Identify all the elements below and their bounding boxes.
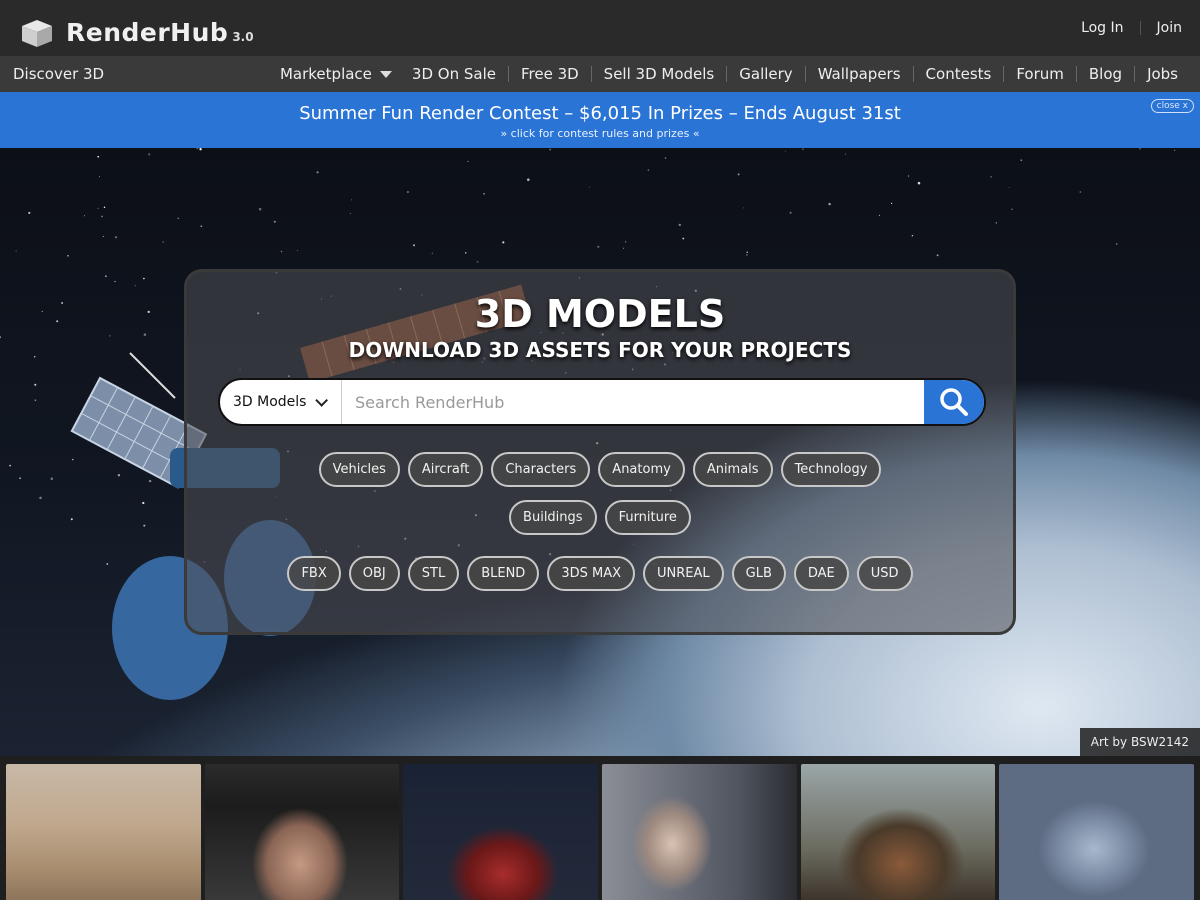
format-stl[interactable]: STL bbox=[407, 556, 460, 591]
thumbnail-image[interactable] bbox=[204, 764, 400, 900]
tag-aircraft[interactable]: Aircraft bbox=[407, 452, 484, 487]
join-link[interactable]: Join bbox=[1157, 20, 1182, 36]
close-banner-button[interactable]: close x bbox=[1150, 99, 1194, 113]
nav-divider bbox=[1075, 66, 1077, 82]
search-button[interactable] bbox=[924, 380, 984, 424]
caret-down-icon bbox=[379, 70, 392, 78]
nav-divider bbox=[912, 66, 914, 82]
nav-divider bbox=[804, 66, 806, 82]
logo-version: 3.0 bbox=[232, 30, 254, 44]
nav-divider bbox=[1003, 66, 1005, 82]
nav-item-forum[interactable]: Forum bbox=[1016, 65, 1064, 83]
tag-buildings[interactable]: Buildings bbox=[509, 500, 597, 535]
tag-furniture[interactable]: Furniture bbox=[604, 500, 691, 535]
logo-text: RenderHub bbox=[66, 18, 229, 47]
nav-item-gallery[interactable]: Gallery bbox=[739, 65, 792, 83]
category-selected-value: 3D Models bbox=[233, 394, 307, 410]
nav-item-contests[interactable]: Contests bbox=[926, 65, 992, 83]
nav-item-sell-models[interactable]: Sell 3D Models bbox=[604, 65, 715, 83]
nav-item-jobs[interactable]: Jobs bbox=[1147, 65, 1178, 83]
format-obj[interactable]: OBJ bbox=[348, 556, 400, 591]
nav-divider bbox=[726, 66, 728, 82]
cube-logo-icon bbox=[22, 20, 52, 47]
thumbnail-image[interactable] bbox=[800, 764, 996, 900]
login-link[interactable]: Log In bbox=[1081, 20, 1123, 36]
thumbnail-image[interactable] bbox=[6, 764, 201, 900]
category-dropdown[interactable]: 3D Models bbox=[220, 380, 342, 424]
nav-discover-3d[interactable]: Discover 3D bbox=[13, 65, 104, 83]
contest-rules-link[interactable]: » click for contest rules and prizes « bbox=[0, 127, 1200, 140]
format-glb[interactable]: GLB bbox=[731, 556, 786, 591]
main-nav: Discover 3D Marketplace 3D On Sale Free … bbox=[0, 56, 1200, 92]
contest-title: Summer Fun Render Contest – $6,015 In Pr… bbox=[299, 103, 901, 124]
thumbnail-image[interactable] bbox=[602, 764, 797, 900]
hero-title: 3D MODELS bbox=[474, 292, 726, 336]
nav-divider bbox=[590, 66, 592, 82]
nav-item-label: Marketplace bbox=[279, 65, 372, 83]
nav-item-free-3d[interactable]: Free 3D bbox=[521, 65, 579, 83]
divider bbox=[1139, 21, 1141, 35]
format-3ds-max[interactable]: 3DS MAX bbox=[547, 556, 635, 591]
site-logo[interactable]: RenderHub 3.0 bbox=[18, 16, 254, 48]
thumbnail-image[interactable] bbox=[403, 764, 599, 900]
art-credit[interactable]: Art by BSW2142 bbox=[1079, 728, 1200, 756]
chevron-down-icon bbox=[315, 393, 329, 407]
tag-animals[interactable]: Animals bbox=[692, 452, 773, 487]
top-header: RenderHub 3.0 Log In Join bbox=[0, 0, 1200, 56]
featured-thumbnails bbox=[0, 756, 1200, 900]
format-blend[interactable]: BLEND bbox=[467, 556, 540, 591]
nav-item-blog[interactable]: Blog bbox=[1089, 65, 1122, 83]
category-tags: Vehicles Aircraft Characters Anatomy Ani… bbox=[187, 452, 1013, 535]
nav-menu: Marketplace 3D On Sale Free 3D Sell 3D M… bbox=[280, 65, 1178, 83]
nav-divider bbox=[507, 66, 509, 82]
nav-item-marketplace[interactable]: Marketplace bbox=[280, 65, 412, 83]
format-usd[interactable]: USD bbox=[856, 556, 913, 591]
contest-banner[interactable]: Summer Fun Render Contest – $6,015 In Pr… bbox=[0, 92, 1200, 148]
nav-item-wallpapers[interactable]: Wallpapers bbox=[818, 65, 901, 83]
search-box: 3D Models bbox=[218, 378, 986, 426]
account-links: Log In Join bbox=[1081, 20, 1182, 36]
format-fbx[interactable]: FBX bbox=[287, 556, 341, 591]
search-panel: 3D MODELS DOWNLOAD 3D ASSETS FOR YOUR PR… bbox=[184, 269, 1016, 635]
thumbnail-image[interactable] bbox=[999, 764, 1195, 900]
hero-subtitle: DOWNLOAD 3D ASSETS FOR YOUR PROJECTS bbox=[348, 338, 852, 362]
format-tags: FBX OBJ STL BLEND 3DS MAX UNREAL GLB DAE… bbox=[187, 556, 1013, 591]
format-dae[interactable]: DAE bbox=[793, 556, 849, 591]
search-icon bbox=[940, 388, 968, 416]
tag-characters[interactable]: Characters bbox=[491, 452, 591, 487]
format-unreal[interactable]: UNREAL bbox=[643, 556, 724, 591]
nav-divider bbox=[1134, 66, 1136, 82]
nav-item-on-sale[interactable]: 3D On Sale bbox=[412, 65, 496, 83]
hero-section: 3D MODELS DOWNLOAD 3D ASSETS FOR YOUR PR… bbox=[0, 148, 1200, 756]
tag-anatomy[interactable]: Anatomy bbox=[598, 452, 685, 487]
tag-technology[interactable]: Technology bbox=[780, 452, 882, 487]
tag-vehicles[interactable]: Vehicles bbox=[318, 452, 400, 487]
search-input[interactable] bbox=[342, 380, 924, 424]
